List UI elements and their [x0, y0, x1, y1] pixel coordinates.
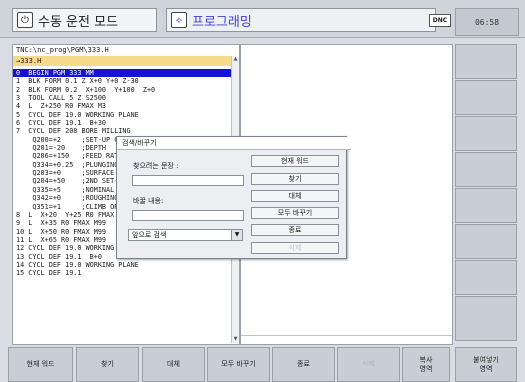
line-text: CYCL DEF 19.1	[24, 269, 82, 278]
softkey-find[interactable]: 찾기	[76, 347, 139, 382]
mode-manual-operation[interactable]: ⏻ 수동 운전 모드	[12, 8, 157, 32]
line-text: L X+50 R0 FMAX M99	[24, 227, 107, 236]
side-softkey-5[interactable]	[455, 188, 517, 223]
scroll-up-icon[interactable]: ▲	[232, 56, 239, 63]
program-file-name: →333.H	[13, 56, 234, 66]
dialog-current-word-button[interactable]: 현재 워드	[251, 155, 339, 167]
horizontal-scrollbar[interactable]	[241, 335, 452, 344]
program-line[interactable]: 7 CYCL DEF 208 BORE MILLING	[13, 127, 231, 135]
line-text: CYCL DEF 208 BORE MILLING	[20, 127, 131, 136]
side-softkey-7[interactable]	[455, 260, 517, 295]
line-number: 11	[16, 235, 25, 244]
side-softkey-6[interactable]	[455, 224, 517, 259]
line-text: L Z+250 R0 FMAX M3	[20, 102, 107, 111]
line-number: 15	[16, 269, 25, 278]
dialog-delete-button[interactable]: 삭제	[251, 242, 339, 254]
softkey-end-label: 종료	[297, 360, 310, 368]
line-text: CYCL DEF 19.0 WORKING PLANE	[24, 260, 139, 269]
search-direction-value: 앞으로 검색	[132, 231, 167, 239]
line-number: 14	[16, 260, 25, 269]
top-bar: ⏻ 수동 운전 모드 ⟡ 프로그래밍 DNC 06:58	[0, 0, 525, 38]
line-text: L X+35 R0 FMAX M99	[20, 219, 107, 228]
softkey-paste-label: 붙여넣기	[473, 355, 499, 364]
find-label: 찾으려는 문장 :	[133, 162, 179, 170]
search-replace-dialog: 검색/바꾸기 찾으려는 문장 : 바꿀 내용: 앞으로 검색 ▼ 현재 워드 찾…	[116, 136, 351, 259]
program-line[interactable]: 3 TOOL CALL 5 Z S2500	[13, 94, 231, 102]
dnc-indicator: DNC	[429, 14, 451, 27]
dialog-find-button[interactable]: 찾기	[251, 173, 339, 185]
program-line[interactable]: 1 BLK FORM 0.1 Z X+0 Y+0 Z-30	[13, 77, 231, 85]
mode-programming-label: 프로그래밍	[192, 14, 252, 30]
side-softkey-8[interactable]	[455, 296, 517, 341]
side-softkey-2[interactable]	[455, 80, 517, 115]
softkey-replace[interactable]: 대체	[142, 347, 205, 382]
line-number: 13	[16, 252, 25, 261]
softkey-copy-area[interactable]: 복사 영역	[402, 347, 450, 382]
softkey-find-label: 찾기	[101, 360, 114, 368]
dialog-replace-all-button[interactable]: 모두 바꾸기	[251, 207, 339, 219]
replace-label: 바꿀 내용:	[133, 197, 164, 205]
softkey-paste-area[interactable]: 붙여넣기 영역	[455, 347, 517, 382]
dialog-title: 검색/바꾸기	[117, 137, 351, 150]
dialog-end-button[interactable]: 종료	[251, 224, 339, 236]
softkey-end[interactable]: 종료	[272, 347, 335, 382]
programming-icon: ⟡	[171, 12, 187, 28]
softkey-current-word-label: 현재 워드	[26, 360, 55, 368]
scroll-down-icon[interactable]: ▼	[232, 336, 239, 343]
softkey-replace-all[interactable]: 모두 바꾸기	[207, 347, 270, 382]
softkey-copy-label: 복사	[419, 355, 433, 364]
side-softkey-1[interactable]	[455, 44, 517, 79]
replace-input[interactable]	[132, 210, 244, 221]
line-text: BLK FORM 0.2 X+100 Y+100 Z+0	[20, 85, 156, 94]
program-line[interactable]: 14 CYCL DEF 19.0 WORKING PLANE	[13, 261, 231, 269]
program-line[interactable]: 6 CYCL DEF 19.1 B+30	[13, 119, 231, 127]
search-direction-select[interactable]: 앞으로 검색 ▼	[128, 229, 243, 241]
clock: 06:58	[455, 8, 519, 36]
program-line[interactable]: 4 L Z+250 R0 FMAX M3	[13, 102, 231, 110]
softkey-replace-all-label: 모두 바꾸기	[221, 360, 256, 368]
line-text: BEGIN PGM 333 MM	[20, 69, 94, 77]
softkey-current-word[interactable]: 현재 워드	[8, 347, 73, 382]
softkey-paste-area-label: 영역	[479, 364, 493, 373]
find-input[interactable]	[132, 175, 244, 186]
line-text: L X+65 R0 FMAX M99	[24, 235, 107, 244]
line-text: CYCL DEF 19.0 WORKING PLANE	[20, 110, 139, 119]
line-text: CYCL DEF 19.1 B+0	[24, 252, 102, 261]
line-text: TOOL CALL 5 Z S2500	[20, 94, 107, 103]
line-number: 10	[16, 227, 25, 236]
program-line[interactable]: 0 BEGIN PGM 333 MM	[13, 69, 231, 78]
line-text: L X+20 Y+25 R0 FMAX M99	[20, 210, 131, 219]
program-path: TNC:\nc_prog\PGM\333.H	[16, 46, 109, 54]
softkey-copy-area-label: 영역	[419, 364, 433, 373]
power-icon: ⏻	[17, 12, 33, 28]
program-line[interactable]: 15 CYCL DEF 19.1	[13, 269, 231, 277]
side-softkey-4[interactable]	[455, 152, 517, 187]
side-softkey-3[interactable]	[455, 116, 517, 151]
softkey-delete-label: 삭제	[362, 360, 375, 368]
softkey-replace-label: 대체	[167, 360, 180, 368]
program-line[interactable]: 2 BLK FORM 0.2 X+100 Y+100 Z+0	[13, 86, 231, 94]
program-line[interactable]: 5 CYCL DEF 19.0 WORKING PLANE	[13, 111, 231, 119]
softkey-delete[interactable]: 삭제	[337, 347, 400, 382]
mode-manual-label: 수동 운전 모드	[38, 14, 119, 30]
line-text: BLK FORM 0.1 Z X+0 Y+0 Z-30	[20, 77, 139, 86]
line-text: CYCL DEF 19.1 B+30	[20, 119, 107, 128]
line-number: 12	[16, 244, 25, 253]
mode-programming[interactable]: ⟡ 프로그래밍	[166, 8, 436, 32]
dialog-replace-button[interactable]: 대체	[251, 190, 339, 202]
chevron-down-icon[interactable]: ▼	[231, 230, 242, 240]
line-text: Q201=-20 ;DEPTH	[16, 144, 107, 153]
